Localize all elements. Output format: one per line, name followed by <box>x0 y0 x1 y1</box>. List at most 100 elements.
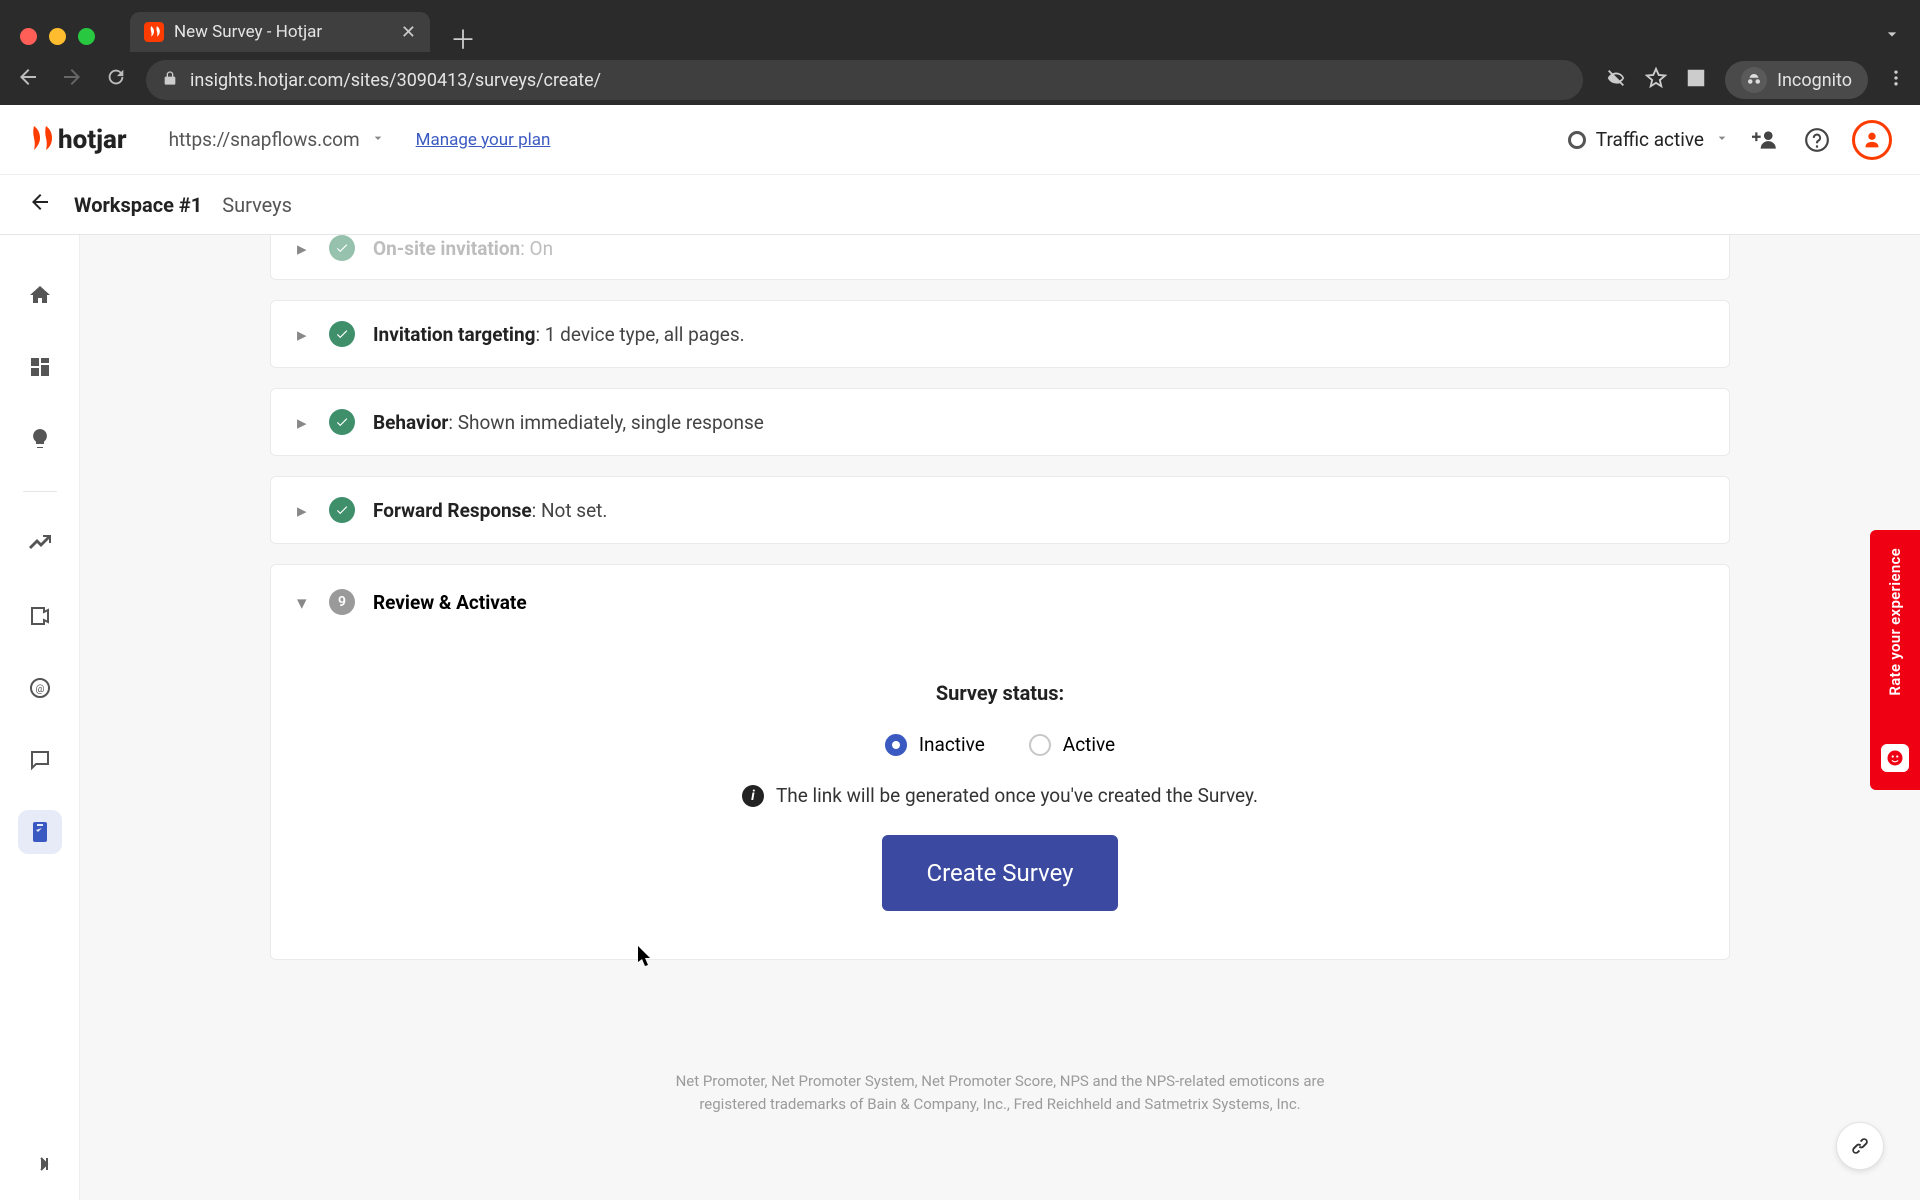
step-title: Forward Response <box>373 499 532 522</box>
link-icon <box>1849 1135 1871 1157</box>
info-text: The link will be generated once you've c… <box>776 784 1258 807</box>
step-onsite-invitation[interactable]: ▸ On-site invitation: On <box>270 235 1730 280</box>
svg-text:@: @ <box>35 684 44 695</box>
footer-disclaimer: Net Promoter, Net Promoter System, Net P… <box>270 1070 1730 1115</box>
footer-line-2: registered trademarks of Bain & Company,… <box>699 1095 1300 1113</box>
radio-inactive[interactable]: Inactive <box>885 733 985 756</box>
tab-close-icon[interactable]: ✕ <box>401 22 416 43</box>
survey-status-label: Survey status: <box>936 681 1064 705</box>
caret-right-icon: ▸ <box>297 499 311 522</box>
step-title: Behavior <box>373 411 448 434</box>
breadcrumb-section[interactable]: Surveys <box>222 193 292 217</box>
flame-icon <box>28 126 52 154</box>
feedback-side-tab[interactable]: Rate your experience <box>1870 530 1920 790</box>
step-number: 9 <box>329 589 355 615</box>
url-field[interactable]: insights.hotjar.com/sites/3090413/survey… <box>146 60 1583 100</box>
kebab-menu-icon[interactable] <box>1886 68 1906 92</box>
feedback-label: Rate your experience <box>1886 548 1904 696</box>
caret-right-icon: ▸ <box>297 323 311 346</box>
info-row: i The link will be generated once you've… <box>742 784 1258 807</box>
nav-feedback-icon[interactable] <box>18 738 62 782</box>
survey-status-radio-group: Inactive Active <box>885 733 1115 756</box>
nav-reload-icon[interactable] <box>102 66 130 94</box>
nav-surveys-icon[interactable] <box>18 810 62 854</box>
manage-plan-link[interactable]: Manage your plan <box>416 130 551 150</box>
window-maximize[interactable] <box>78 28 95 45</box>
caret-right-icon: ▸ <box>297 411 311 434</box>
browser-chrome: New Survey - Hotjar ✕ ＋ insights.hotjar.… <box>0 0 1920 105</box>
step-title: Invitation targeting <box>373 323 535 346</box>
nav-expand-icon[interactable] <box>0 1152 79 1176</box>
check-icon <box>329 321 355 347</box>
add-user-icon[interactable] <box>1748 123 1782 157</box>
nav-back-icon[interactable] <box>14 65 42 95</box>
breadcrumb-back-icon[interactable] <box>28 190 54 219</box>
hotjar-logo[interactable]: hotjar <box>28 125 127 155</box>
site-selector[interactable]: https://snapflows.com <box>169 128 386 151</box>
radio-label: Inactive <box>919 733 985 756</box>
window-controls <box>20 28 95 45</box>
step-desc: : 1 device type, all pages. <box>535 323 744 346</box>
url-text: insights.hotjar.com/sites/3090413/survey… <box>190 70 601 91</box>
traffic-label: Traffic active <box>1596 128 1704 151</box>
incognito-label: Incognito <box>1777 70 1852 91</box>
tabs-dropdown-icon[interactable] <box>1882 24 1902 48</box>
info-icon: i <box>742 785 764 807</box>
user-icon <box>1861 129 1883 151</box>
link-fab[interactable] <box>1836 1122 1884 1170</box>
nav-highlights-icon[interactable] <box>18 417 62 461</box>
logo-text: hotjar <box>58 125 127 155</box>
nav-home-icon[interactable] <box>18 273 62 317</box>
radio-active[interactable]: Active <box>1029 733 1115 756</box>
url-bar-row: insights.hotjar.com/sites/3090413/survey… <box>0 55 1920 105</box>
browser-tab[interactable]: New Survey - Hotjar ✕ <box>130 12 430 52</box>
caret-down-icon: ▾ <box>297 591 311 614</box>
traffic-selector[interactable]: Traffic active <box>1568 128 1730 151</box>
incognito-icon <box>1741 67 1767 93</box>
check-icon <box>329 235 355 261</box>
left-nav-rail: @ <box>0 235 80 1200</box>
eye-off-icon[interactable] <box>1605 67 1627 93</box>
extensions-icon[interactable] <box>1685 67 1707 93</box>
incognito-pill[interactable]: Incognito <box>1725 61 1868 99</box>
radio-dot-icon <box>885 734 907 756</box>
review-header[interactable]: ▾ 9 Review & Activate <box>297 589 1703 615</box>
step-desc: : Shown immediately, single response <box>448 411 763 434</box>
step-invitation-targeting[interactable]: ▸ Invitation targeting: 1 device type, a… <box>270 300 1730 368</box>
chevron-down-icon <box>370 128 386 151</box>
step-review-activate: ▾ 9 Review & Activate Survey status: Ina… <box>270 564 1730 960</box>
window-minimize[interactable] <box>49 28 66 45</box>
app-header: hotjar https://snapflows.com Manage your… <box>0 105 1920 175</box>
star-icon[interactable] <box>1645 67 1667 93</box>
nav-heatmaps-icon[interactable]: @ <box>18 666 62 710</box>
smiley-icon <box>1881 744 1909 772</box>
step-title: Review & Activate <box>373 591 527 614</box>
traffic-dot-icon <box>1568 131 1586 149</box>
nav-trends-icon[interactable] <box>18 522 62 566</box>
tab-title: New Survey - Hotjar <box>174 22 322 42</box>
check-icon <box>329 497 355 523</box>
step-forward-response[interactable]: ▸ Forward Response: Not set. <box>270 476 1730 544</box>
nav-forward-icon[interactable] <box>58 65 86 95</box>
new-tab-button[interactable]: ＋ <box>450 20 476 57</box>
nav-dashboard-icon[interactable] <box>18 345 62 389</box>
avatar[interactable] <box>1852 120 1892 160</box>
breadcrumb: Workspace #1 Surveys <box>0 175 1920 235</box>
main-content: ▸ On-site invitation: On ▸ Invitation ta… <box>80 235 1920 1200</box>
tab-favicon-icon <box>144 22 164 42</box>
help-icon[interactable] <box>1800 123 1834 157</box>
nav-recordings-icon[interactable] <box>18 594 62 638</box>
radio-dot-icon <box>1029 734 1051 756</box>
step-title: On-site invitation <box>373 237 520 260</box>
step-desc: : On <box>520 237 553 260</box>
breadcrumb-workspace[interactable]: Workspace #1 <box>74 193 202 217</box>
chevron-down-icon <box>1714 128 1730 151</box>
step-behavior[interactable]: ▸ Behavior: Shown immediately, single re… <box>270 388 1730 456</box>
footer-line-1: Net Promoter, Net Promoter System, Net P… <box>676 1072 1325 1090</box>
window-close[interactable] <box>20 28 37 45</box>
caret-right-icon: ▸ <box>297 237 311 260</box>
step-desc: : Not set. <box>532 499 608 522</box>
site-url: https://snapflows.com <box>169 128 360 151</box>
create-survey-button[interactable]: Create Survey <box>882 835 1117 911</box>
nav-separator <box>23 491 57 492</box>
